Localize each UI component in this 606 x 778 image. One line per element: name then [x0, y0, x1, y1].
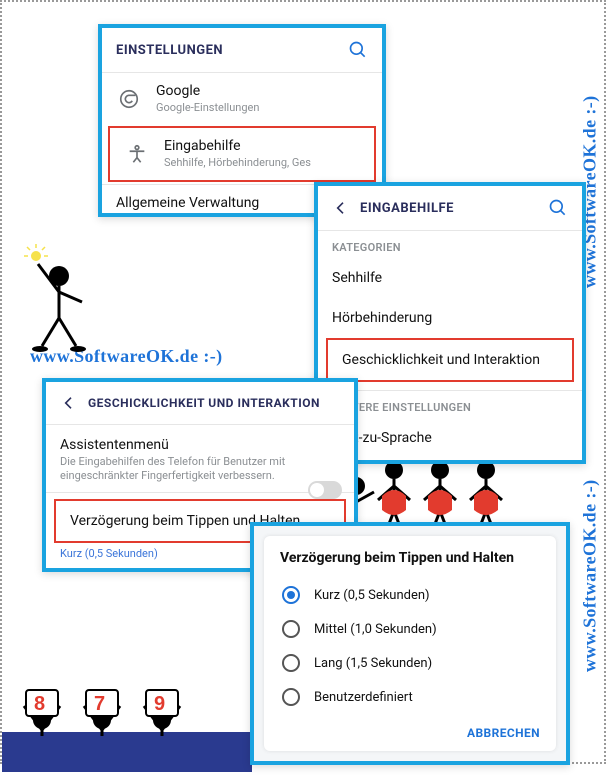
cancel-button[interactable]: ABBRECHEN: [467, 726, 540, 740]
settings-item-google[interactable]: Google Google-Einstellungen: [102, 73, 382, 124]
back-icon[interactable]: [60, 394, 78, 412]
search-icon[interactable]: [548, 198, 568, 218]
judge-score-2: 7: [94, 693, 105, 715]
stick-figure-lightbulb: [24, 250, 94, 354]
panel-dexterity-title: GESCHICKLICHKEIT UND INTERAKTION: [88, 396, 340, 410]
dialog-option-medium[interactable]: Mittel (1,0 Sekunden): [280, 612, 540, 646]
settings-item-accessibility[interactable]: Eingabehilfe Sehhilfe, Hörbehinderung, G…: [108, 126, 376, 181]
judge-score-3: 9: [154, 693, 165, 715]
accessibility-item-hearing[interactable]: Hörbehinderung: [318, 298, 582, 338]
dialog-option-short[interactable]: Kurz (0,5 Sekunden): [280, 578, 540, 612]
back-icon[interactable]: [332, 199, 350, 217]
dialog-option-custom[interactable]: Benutzerdefiniert: [280, 680, 540, 714]
search-icon[interactable]: [348, 40, 368, 60]
radio-icon: [282, 688, 300, 706]
assistant-menu-label[interactable]: Assistentenmenü: [46, 431, 354, 455]
dialog-option-label: Kurz (0,5 Sekunden): [314, 588, 430, 603]
accessibility-item-dexterity[interactable]: Geschicklichkeit und Interaktion: [326, 338, 574, 382]
category-header: KATEGORIEN: [318, 231, 582, 258]
settings-item-sub: Sehhilfe, Hörbehinderung, Ges: [164, 156, 360, 170]
dialog-option-label: Mittel (1,0 Sekunden): [314, 622, 437, 637]
panel-accessibility-title: EINGABEHILFE: [360, 201, 548, 216]
settings-item-label: Google: [156, 83, 368, 101]
dialog-option-label: Benutzerdefiniert: [314, 690, 413, 705]
accessibility-icon: [124, 141, 150, 167]
panel-settings-title: EINSTELLUNGEN: [116, 43, 348, 58]
panel-delay-dialog: Verzögerung beim Tippen und Halten Kurz …: [250, 522, 570, 765]
dialog-option-long[interactable]: Lang (1,5 Sekunden): [280, 646, 540, 680]
assistant-menu-toggle[interactable]: [308, 481, 342, 499]
dialog-title: Verzögerung beim Tippen und Halten: [280, 550, 540, 566]
settings-item-label: Eingabehilfe: [164, 138, 360, 156]
settings-item-sub: Google-Einstellungen: [156, 101, 368, 115]
dialog-option-label: Lang (1,5 Sekunden): [314, 656, 432, 671]
radio-icon: [282, 586, 300, 604]
accessibility-item-vision[interactable]: Sehhilfe: [318, 258, 582, 298]
radio-icon: [282, 654, 300, 672]
judge-score-1: 8: [34, 693, 45, 715]
radio-icon: [282, 620, 300, 638]
google-icon: [116, 86, 142, 112]
stick-figure-judges: 8 7 9: [2, 694, 252, 778]
